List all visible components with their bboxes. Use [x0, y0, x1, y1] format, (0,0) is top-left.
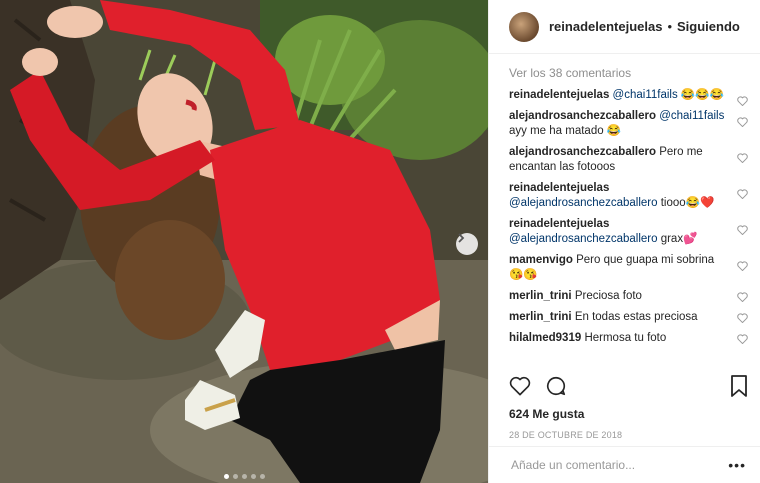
comment-item: hilalmed9319 Hermosa tu foto — [509, 331, 748, 346]
comment-text: En todas estas preciosa — [574, 311, 698, 323]
comment-item: merlin_trini En todas estas preciosa — [509, 310, 748, 325]
heart-icon[interactable] — [737, 334, 748, 344]
header-username[interactable]: reinadelentejuelas — [549, 19, 662, 34]
carousel-dot — [223, 474, 229, 479]
comment-mention[interactable]: @chai11fails — [613, 89, 678, 101]
comment-username[interactable]: merlin_trini — [509, 311, 575, 323]
carousel-dot — [250, 474, 256, 479]
more-options-button[interactable]: ••• — [728, 457, 746, 473]
comment-username[interactable]: reinadelentejuelas — [509, 218, 609, 230]
comment-item: reinadelentejuelas @alejandrosanchezcaba… — [509, 217, 748, 247]
like-button[interactable] — [509, 376, 531, 396]
carousel-dot — [241, 474, 247, 479]
comment-mention[interactable]: @chai11fails — [659, 110, 724, 122]
save-button[interactable] — [730, 375, 748, 397]
post-side-panel: reinadelentejuelas • Siguiendo Ver los 3… — [488, 0, 760, 483]
comment-text: ayy me ha matado 😂 — [509, 125, 622, 137]
heart-icon[interactable] — [737, 313, 748, 323]
comment-item: merlin_trini Preciosa foto — [509, 289, 748, 304]
add-comment-bar: ••• — [489, 446, 760, 483]
comment-item: alejandrosanchezcaballero Pero me encant… — [509, 145, 748, 175]
bookmark-icon — [731, 375, 747, 397]
heart-icon[interactable] — [737, 153, 748, 163]
load-more-comments-link[interactable]: Ver los 38 comentarios — [509, 66, 748, 80]
heart-icon[interactable] — [737, 292, 748, 302]
comment-mention[interactable]: @alejandrosanchezcaballero — [509, 233, 658, 245]
comment-bubble-icon — [546, 376, 566, 396]
comment-button[interactable] — [545, 375, 567, 397]
comment-text: tiooo😂❤️ — [657, 197, 715, 209]
comment-text: grax💕 — [657, 233, 698, 245]
carousel-dot — [259, 474, 265, 479]
photo-illustration — [0, 0, 488, 483]
comment-username[interactable]: reinadelentejuelas — [509, 182, 609, 194]
comment-username[interactable]: alejandrosanchezcaballero — [509, 146, 659, 158]
heart-icon[interactable] — [737, 189, 748, 199]
comment-username[interactable]: hilalmed9319 — [509, 332, 584, 344]
comment-text: Hermosa tu foto — [584, 332, 667, 344]
comment-text: Preciosa foto — [574, 290, 642, 302]
heart-icon — [509, 376, 531, 396]
comment-text: 😂😂😂 — [677, 89, 724, 101]
heart-icon[interactable] — [737, 96, 748, 106]
heart-icon[interactable] — [737, 117, 748, 127]
post-actions-bar — [509, 371, 748, 401]
comment-item: alejandrosanchezcaballero @chai11fails a… — [509, 109, 748, 139]
add-comment-input[interactable] — [509, 457, 729, 473]
comment-item: reinadelentejuelas @chai11fails 😂😂😂 — [509, 88, 748, 106]
comments-list[interactable]: Ver los 38 comentarios reinadelentejuela… — [509, 66, 748, 366]
comment-item: mamenvigo Pero que guapa mi sobrina 😘😘 — [509, 253, 748, 283]
comment-mention[interactable]: @alejandrosanchezcaballero — [509, 197, 658, 209]
comment-username[interactable]: merlin_trini — [509, 290, 575, 302]
heart-icon[interactable] — [737, 261, 748, 271]
post-date[interactable]: 28 DE OCTUBRE DE 2018 — [509, 430, 622, 440]
next-photo-button[interactable] — [456, 233, 478, 255]
follow-status-button[interactable]: Siguiendo — [677, 19, 740, 34]
likes-count[interactable]: 624 Me gusta — [509, 407, 584, 421]
comment-username[interactable]: alejandrosanchezcaballero — [509, 110, 659, 122]
carousel-indicator — [0, 474, 488, 479]
chevron-right-icon — [458, 233, 465, 243]
instagram-post-view: reinadelentejuelas • Siguiendo Ver los 3… — [0, 0, 760, 483]
comment-item: reinadelentejuelas @alejandrosanchezcaba… — [509, 181, 748, 211]
post-photo[interactable] — [0, 0, 488, 483]
comment-username[interactable]: mamenvigo — [509, 254, 576, 266]
heart-icon[interactable] — [737, 225, 748, 235]
header-separator: • — [667, 19, 673, 34]
post-header: reinadelentejuelas • Siguiendo — [489, 0, 760, 54]
avatar[interactable] — [509, 11, 539, 42]
carousel-dot — [232, 474, 238, 479]
comment-username[interactable]: reinadelentejuelas — [509, 89, 613, 101]
